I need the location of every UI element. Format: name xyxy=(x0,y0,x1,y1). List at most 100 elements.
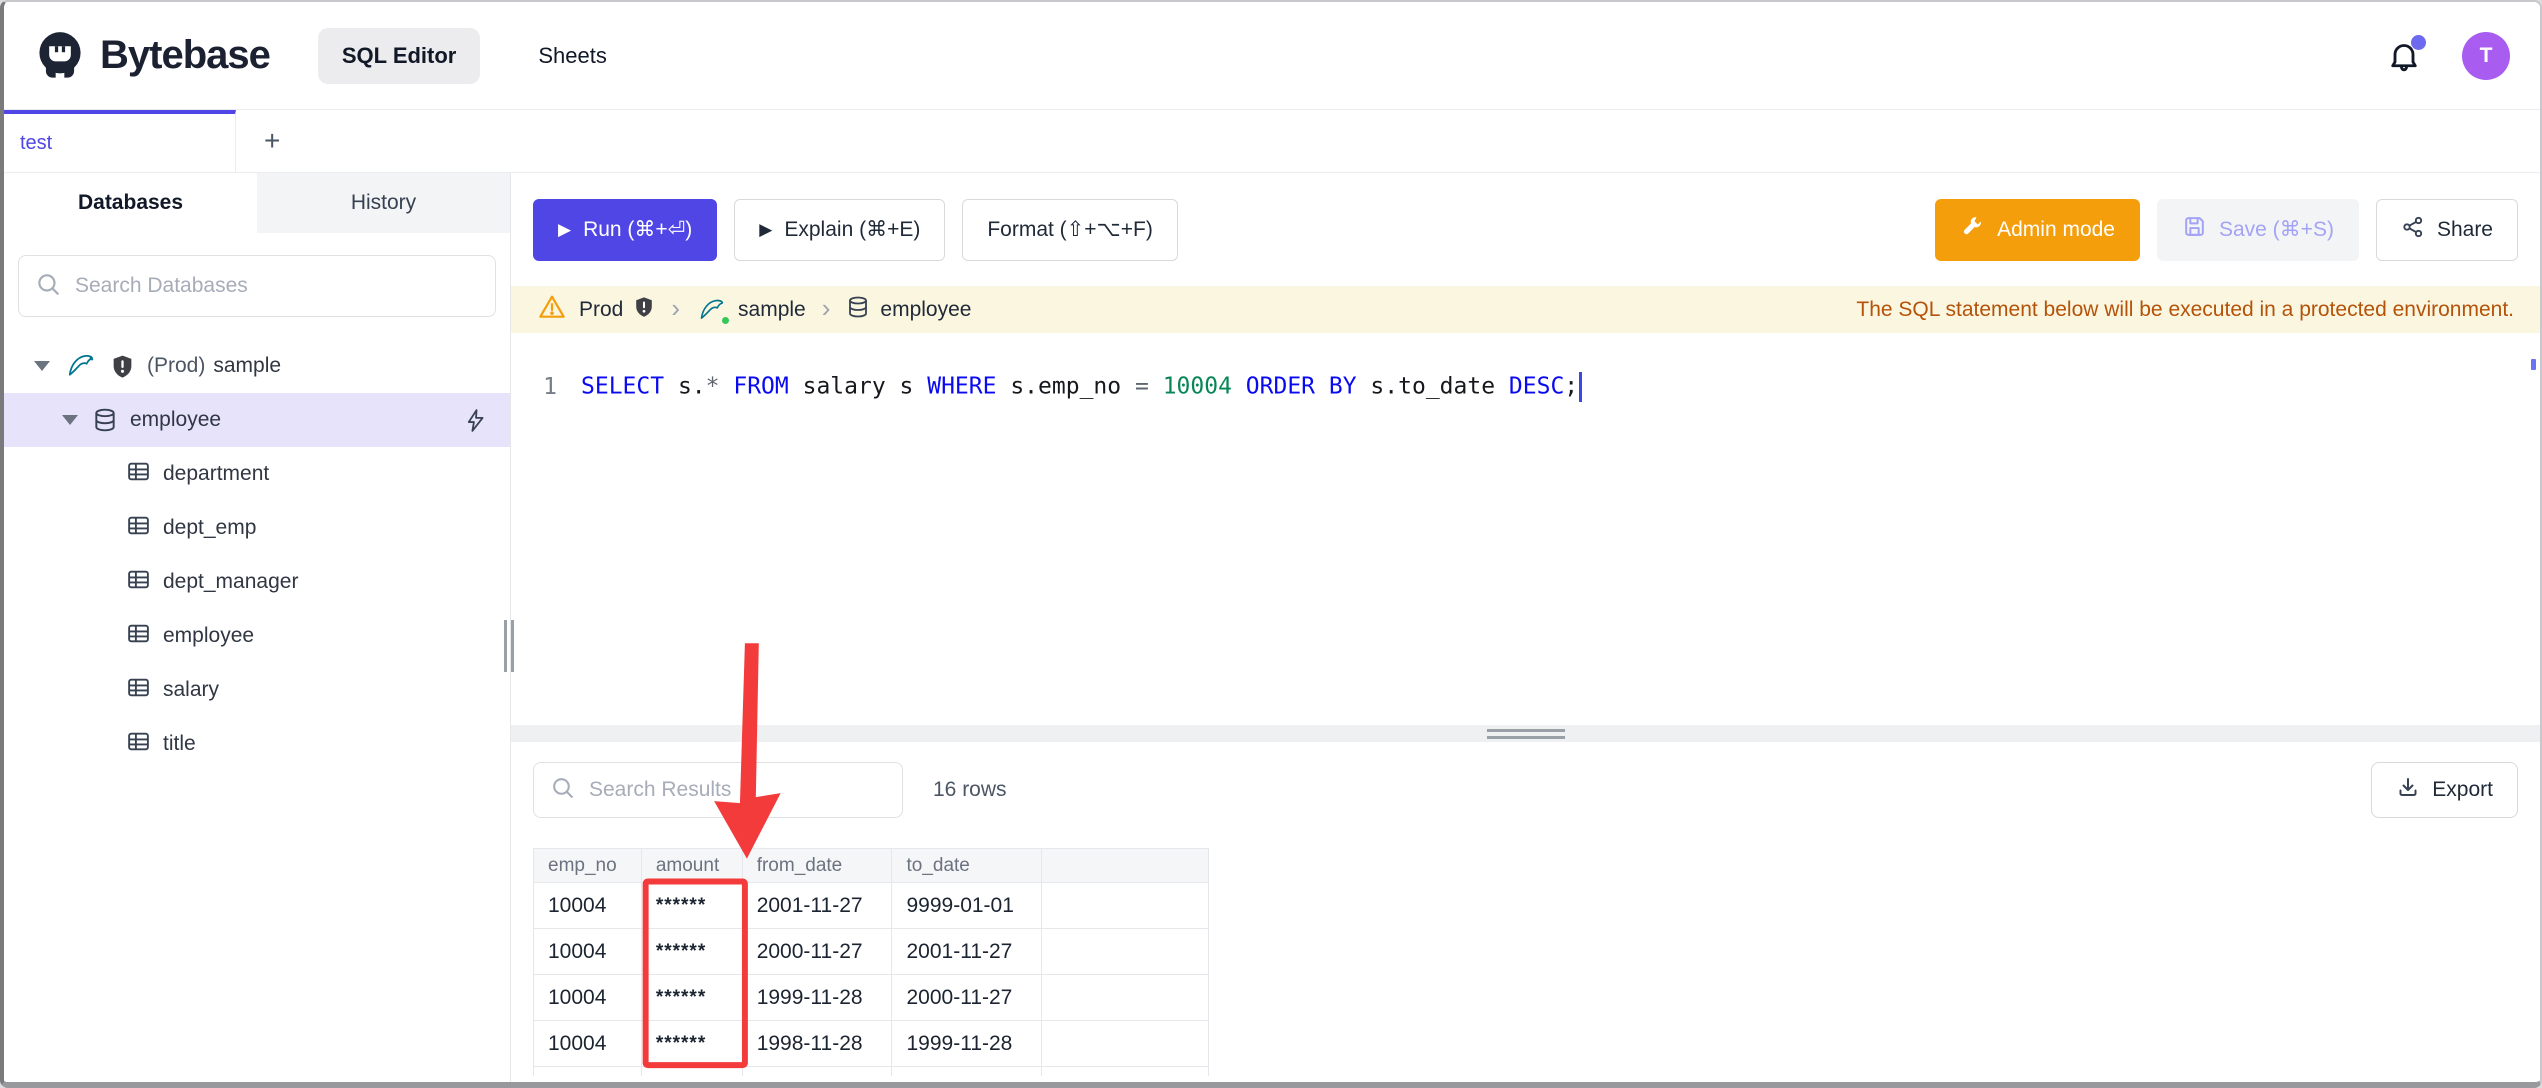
format-button[interactable]: Format (⇧+⌥+F) xyxy=(962,198,1178,261)
tree-node-table[interactable]: dept_emp xyxy=(4,501,510,555)
admin-mode-button[interactable]: Admin mode xyxy=(1935,198,2140,261)
tab-test[interactable]: test xyxy=(4,110,236,172)
bolt-icon[interactable] xyxy=(463,408,488,433)
tab-databases[interactable]: Databases xyxy=(4,173,257,233)
text-cursor xyxy=(1579,372,1583,402)
breadcrumb-environment[interactable]: Prod xyxy=(579,295,655,325)
nav-sql-editor[interactable]: SQL Editor xyxy=(317,27,481,84)
sql-token: 10004 xyxy=(1162,373,1232,400)
table-cell: 1998-11-28 xyxy=(742,1021,893,1067)
add-tab-button[interactable]: + xyxy=(236,110,308,172)
result-header-row: emp_no amount from_date to_date xyxy=(534,849,1210,883)
table-cell: ****** xyxy=(641,929,743,975)
column-header-filler xyxy=(1042,849,1210,883)
run-label: Run (⌘+⏎) xyxy=(583,218,693,241)
share-button[interactable]: Share xyxy=(2375,198,2518,261)
table-cell: ****** xyxy=(641,975,743,1021)
notification-bell[interactable] xyxy=(2386,34,2426,75)
tree-node-table[interactable]: department xyxy=(4,447,510,501)
play-icon: ▶ xyxy=(558,219,572,239)
sql-token: WHERE xyxy=(927,373,997,400)
table-cell: 1999-11-28 xyxy=(892,1021,1043,1067)
body-row: Databases History Search Databases (Prod… xyxy=(4,173,2540,1082)
results-search-box xyxy=(533,762,903,818)
tab-history[interactable]: History xyxy=(257,173,510,233)
table-row[interactable]: 10004 ****** 1998-11-28 1999-11-28 xyxy=(534,1021,1210,1067)
avatar[interactable]: T xyxy=(2462,31,2510,80)
sql-token: salary s xyxy=(788,373,928,400)
tree-node-instance[interactable]: (Prod) sample xyxy=(4,339,510,393)
table-cell: 10004 xyxy=(534,975,642,1021)
table-label: department xyxy=(163,462,270,485)
run-button[interactable]: ▶ Run (⌘+⏎) xyxy=(533,198,718,261)
mysql-icon xyxy=(696,296,732,326)
sql-editor[interactable]: 1 SELECT s.* FROM salary s WHERE s.emp_n… xyxy=(511,333,2540,725)
result-partial-row xyxy=(534,1067,1209,1076)
table-cell: 2000-11-27 xyxy=(742,929,893,975)
tree-node-table[interactable]: salary xyxy=(4,663,510,717)
table-icon xyxy=(126,675,151,706)
chevron-right-icon: › xyxy=(821,292,831,323)
table-row[interactable]: 10004 ****** 2001-11-27 9999-01-01 xyxy=(534,883,1210,929)
sql-token: SELECT xyxy=(581,373,665,400)
sidebar-tabs: Databases History xyxy=(4,173,510,233)
sql-token: s. xyxy=(664,373,706,400)
column-header-emp_no: emp_no xyxy=(534,849,642,883)
editor-toolbar: ▶ Run (⌘+⏎) ▶ Explain (⌘+E) Format (⇧+⌥+… xyxy=(511,173,2540,286)
search-results-input[interactable] xyxy=(587,777,886,803)
export-button[interactable]: Export xyxy=(2371,762,2518,818)
result-body: 10004 ****** 2001-11-27 9999-01-01 10004 ****… xyxy=(534,883,1210,1067)
main-panel: ▶ Run (⌘+⏎) ▶ Explain (⌘+E) Format (⇧+⌥+… xyxy=(511,173,2540,1082)
table-row[interactable]: 10004 ****** 2000-11-27 2001-11-27 xyxy=(534,929,1210,975)
table-icon xyxy=(126,567,151,598)
download-icon xyxy=(2396,775,2420,805)
column-header-to_date: to_date xyxy=(892,849,1043,883)
format-label: Format (⇧+⌥+F) xyxy=(987,218,1153,241)
line-number: 1 xyxy=(543,374,557,400)
tree-node-table[interactable]: dept_manager xyxy=(4,555,510,609)
tab-test-label: test xyxy=(20,131,53,154)
save-button[interactable]: Save (⌘+S) xyxy=(2156,198,2359,261)
shield-icon xyxy=(633,295,655,325)
table-cell: 10004 xyxy=(534,1021,642,1067)
share-icon xyxy=(2401,215,2425,245)
chevron-right-icon: › xyxy=(671,292,681,323)
search-databases-input[interactable] xyxy=(73,273,479,299)
nav-sheets[interactable]: Sheets xyxy=(514,28,631,84)
export-label: Export xyxy=(2432,778,2493,801)
table-cell xyxy=(1042,975,1210,1021)
breadcrumb-instance[interactable]: sample xyxy=(696,296,806,326)
table-cell xyxy=(1042,883,1210,929)
database-icon xyxy=(92,407,118,433)
table-icon xyxy=(126,459,151,490)
environment-label: Prod xyxy=(579,297,624,321)
table-cell: ****** xyxy=(641,883,743,929)
shield-icon xyxy=(110,353,135,380)
play-icon: ▶ xyxy=(759,219,773,239)
notification-badge xyxy=(2411,34,2426,50)
tree-node-table[interactable]: title xyxy=(4,717,510,771)
tree-node-table[interactable]: employee xyxy=(4,609,510,663)
protected-environment-warning: The SQL statement below will be executed… xyxy=(1856,297,2514,321)
table-cell: 2001-11-27 xyxy=(742,883,893,929)
instance-env-label: (Prod) xyxy=(147,354,206,377)
save-label: Save (⌘+S) xyxy=(2218,218,2334,241)
explain-button[interactable]: ▶ Explain (⌘+E) xyxy=(734,198,946,261)
panel-resize-divider[interactable] xyxy=(511,725,2540,742)
sidebar-resize-handle[interactable] xyxy=(504,620,514,672)
sql-token: * xyxy=(705,373,720,400)
table-row[interactable]: 10004 ****** 1999-11-28 2000-11-27 xyxy=(534,975,1210,1021)
table-cell: 9999-01-01 xyxy=(892,883,1043,929)
instance-label: sample xyxy=(738,297,806,321)
share-label: Share xyxy=(2436,217,2493,241)
table-label: salary xyxy=(163,678,220,701)
breadcrumb-database[interactable]: employee xyxy=(846,295,971,325)
table-label: dept_manager xyxy=(163,570,299,593)
instance-name-label: sample xyxy=(213,354,282,377)
editor-scrollbar[interactable] xyxy=(2531,359,2536,370)
tree-node-database[interactable]: employee xyxy=(4,393,510,447)
brand[interactable]: Bytebase xyxy=(34,30,271,82)
